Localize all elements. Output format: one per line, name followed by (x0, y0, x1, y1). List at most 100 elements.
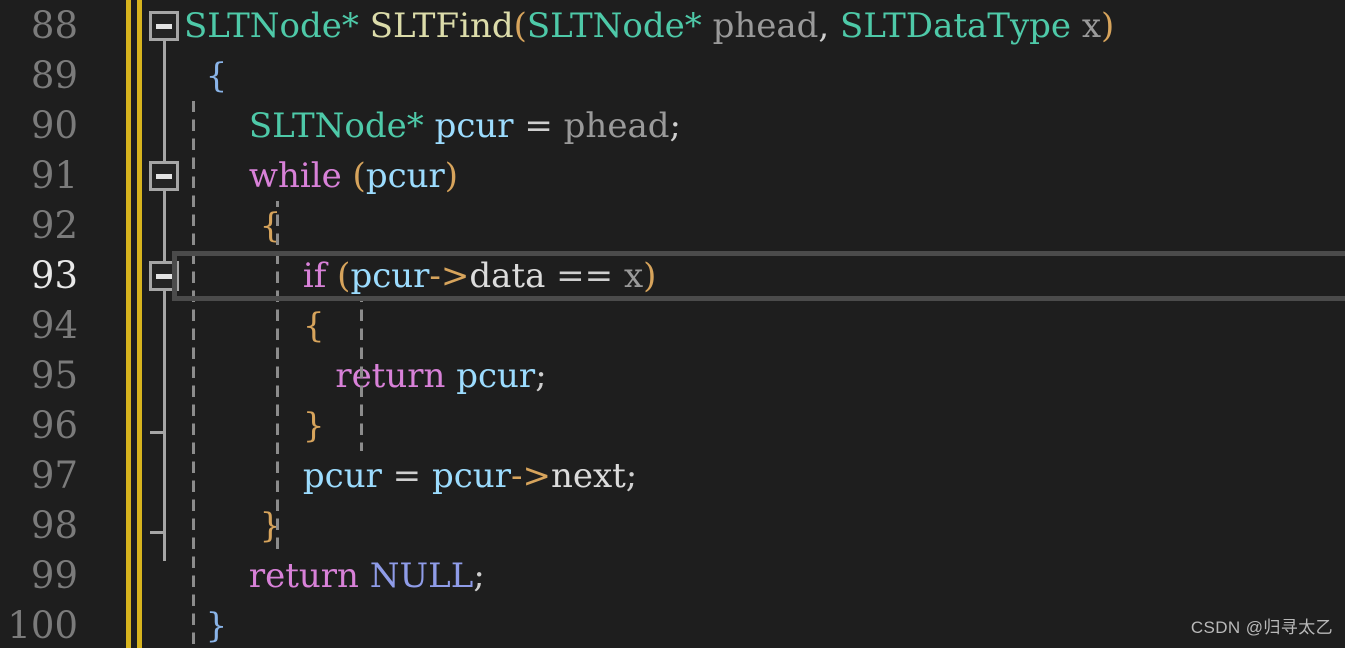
line-number-97: 97 (30, 454, 78, 497)
code-line-94[interactable]: { (184, 301, 1345, 351)
code-line-content-95: return pcur; (184, 356, 547, 396)
token-op: -> (429, 256, 470, 296)
token-bracket: ( (337, 256, 351, 296)
code-line-98[interactable]: } (184, 501, 1345, 551)
token-func: SLTFind (369, 6, 514, 46)
token-keyword: while (248, 156, 342, 196)
token-var: pcur (365, 156, 445, 196)
token-punct: = (392, 456, 422, 496)
indent-guide-2 (360, 301, 363, 451)
token-param: phead (563, 106, 670, 146)
fold-scope-end-tick-96 (150, 431, 163, 434)
token-var: pcur (302, 456, 382, 496)
line-number-99: 99 (30, 554, 78, 597)
code-line-89[interactable]: { (184, 51, 1345, 101)
token-keyword: return (248, 556, 359, 596)
code-line-content-89: { (184, 56, 228, 96)
code-line-91[interactable]: while (pcur) (184, 151, 1345, 201)
code-line-88[interactable]: SLTNode* SLTFind(SLTNode* phead, SLTData… (184, 1, 1345, 51)
code-line-content-90: SLTNode* pcur = phead; (184, 106, 681, 146)
code-editor[interactable]: 88 89 90 91 92 93 94 95 96 97 98 99 100 SLTNode* SLT… (0, 0, 1345, 648)
code-line-95[interactable]: return pcur; (184, 351, 1345, 401)
code-line-content-99: return NULL; (184, 556, 485, 596)
token-keyword: return (335, 356, 446, 396)
token-op: -> (510, 456, 551, 496)
token-var: pcur (434, 106, 514, 146)
token-bracket2: { (205, 56, 228, 96)
code-line-96[interactable]: } (184, 401, 1345, 451)
fold-scope-line (163, 35, 166, 561)
token-var: pcur (456, 356, 536, 396)
modified-lines-bar-secondary (137, 0, 142, 648)
token-param: x (623, 256, 644, 296)
code-line-93[interactable]: if (pcur->data == x) (184, 251, 1345, 301)
code-line-content-88: SLTNode* SLTFind(SLTNode* phead, SLTData… (184, 6, 1114, 46)
code-line-97[interactable]: pcur = pcur->next; (184, 451, 1345, 501)
token-punct: , (818, 6, 830, 46)
token-bracket: ) (1101, 6, 1115, 46)
code-line-99[interactable]: return NULL; (184, 551, 1345, 601)
line-number-95: 95 (30, 354, 78, 397)
line-number-93: 93 (30, 254, 78, 297)
code-line-100[interactable]: } (184, 601, 1345, 648)
token-bracket: } (302, 406, 325, 446)
token-punct: ; (535, 356, 547, 396)
code-line-90[interactable]: SLTNode* pcur = phead; (184, 101, 1345, 151)
line-number-92: 92 (30, 204, 78, 247)
token-plain: data (469, 256, 546, 296)
code-text-area[interactable]: SLTNode* SLTFind(SLTNode* phead, SLTData… (184, 0, 1345, 648)
code-line-content-94: { (184, 306, 325, 346)
token-keyword: if (302, 256, 327, 296)
code-line-92[interactable]: { (184, 201, 1345, 251)
line-number-gutter: 88 89 90 91 92 93 94 95 96 97 98 99 100 (0, 0, 118, 648)
indent-guide-0 (192, 101, 195, 648)
token-star: * (406, 106, 424, 146)
fold-toggle-line-91[interactable] (149, 161, 179, 191)
code-line-content-96: } (184, 406, 325, 446)
line-number-88: 88 (30, 4, 78, 47)
token-punct: ; (625, 456, 638, 496)
token-param: x (1081, 6, 1102, 46)
fold-toggle-line-88[interactable] (149, 11, 179, 41)
token-bracket: ( (352, 156, 366, 196)
line-number-94: 94 (30, 304, 78, 347)
token-plain: next (550, 456, 626, 496)
token-bracket: { (302, 306, 325, 346)
token-type: SLTNode (526, 6, 685, 46)
token-punct: ; (473, 556, 485, 596)
token-bracket: ( (513, 6, 527, 46)
token-param: phead (712, 6, 819, 46)
line-number-90: 90 (30, 104, 78, 147)
fold-toggle-line-93[interactable] (149, 261, 179, 291)
token-punct: ; (669, 106, 681, 146)
token-bracket2: } (205, 606, 228, 646)
line-number-100: 100 (7, 604, 78, 647)
indent-guide-1 (276, 201, 279, 551)
token-bracket: ) (444, 156, 459, 196)
token-macro: NULL (369, 556, 474, 596)
code-line-content-97: pcur = pcur->next; (184, 456, 637, 496)
token-type: SLTNode (184, 6, 342, 46)
line-number-91: 91 (30, 154, 78, 197)
token-type: SLTDataType (840, 6, 1072, 46)
code-folding-margin[interactable] (148, 0, 184, 648)
